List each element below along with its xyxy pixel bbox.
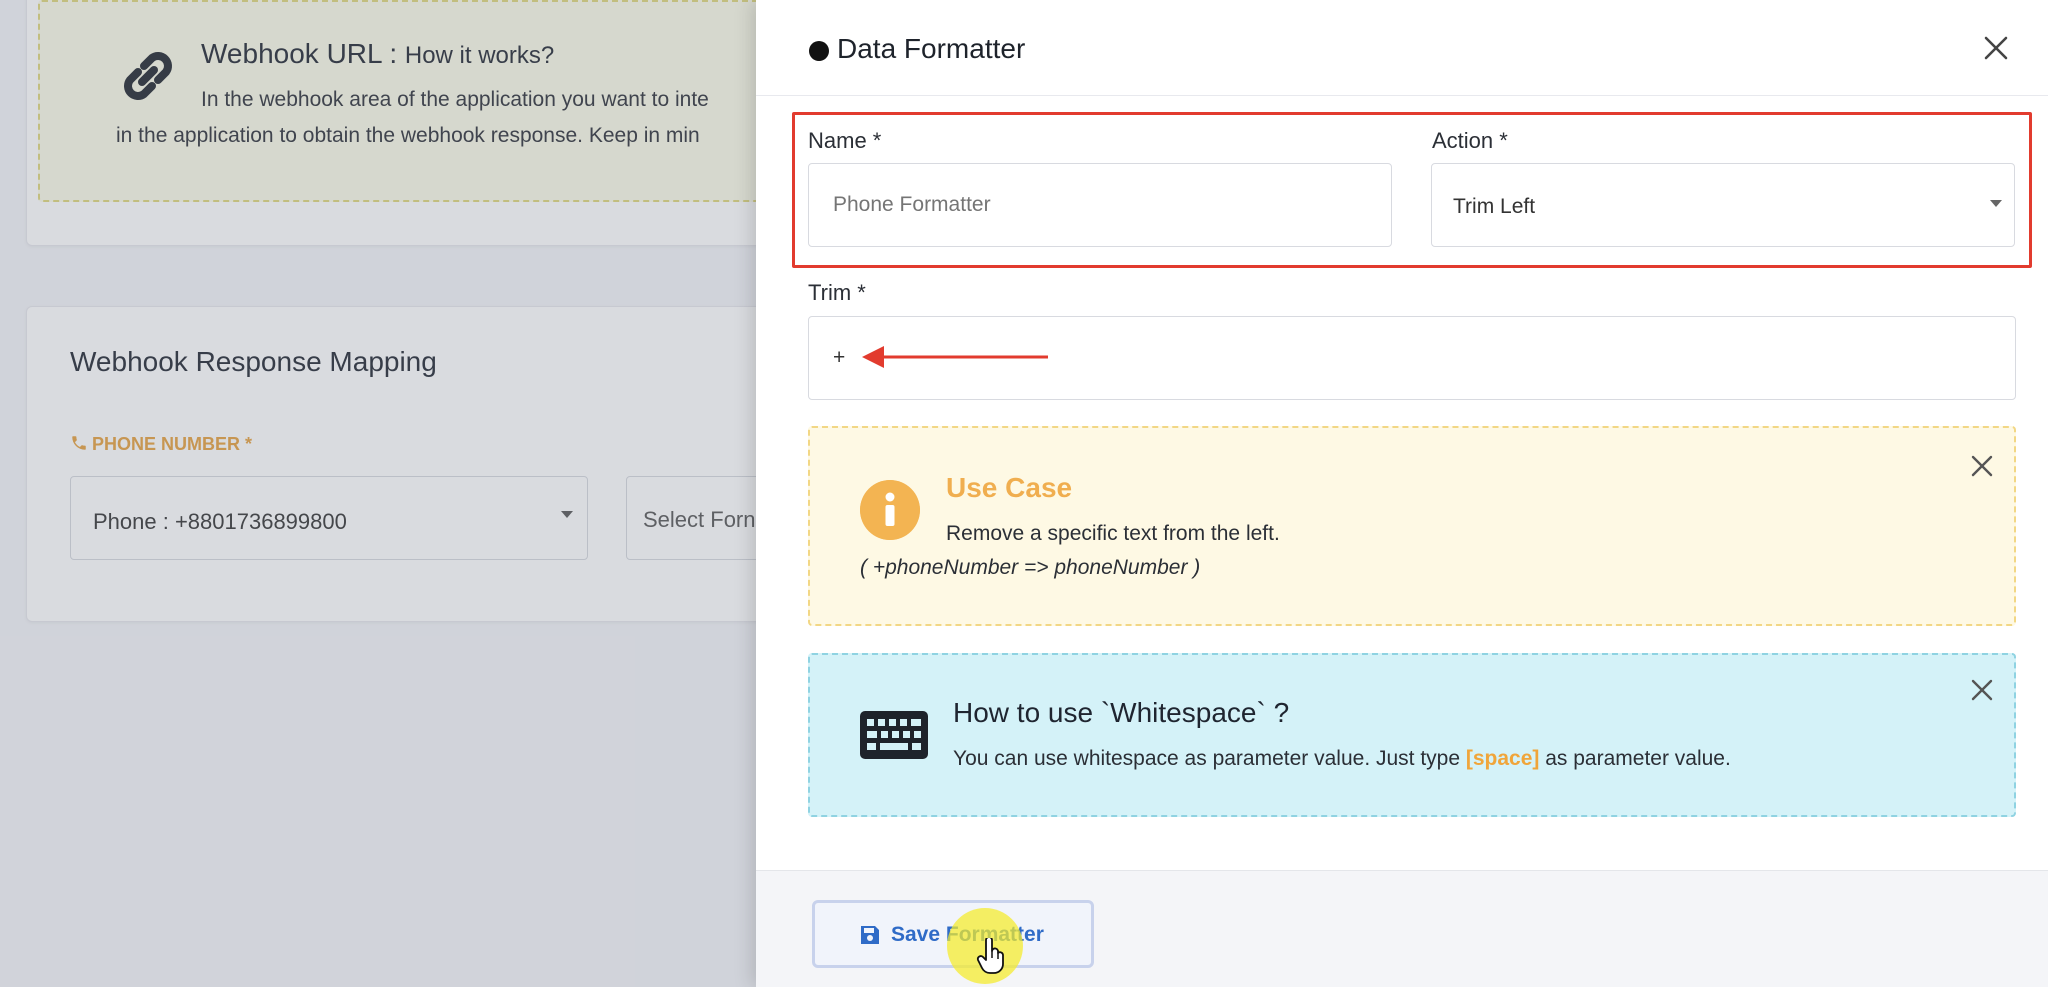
use-case-title: Use Case (946, 472, 1073, 503)
formatter-select-placeholder: Select Forn (643, 507, 756, 532)
phone-number-select[interactable]: Phone : +8801736899800 (70, 476, 588, 560)
action-select-value: Trim Left (1453, 195, 1536, 218)
whitespace-description: You can use whitespace as parameter valu… (953, 747, 1731, 770)
action-label: Action * (1432, 128, 1508, 153)
modal-title: Data Formatter (837, 33, 1026, 64)
name-label: Name * (808, 128, 882, 153)
close-icon (1971, 455, 1993, 477)
save-formatter-button[interactable]: Save Formatter (812, 900, 1094, 968)
webhook-title: Webhook URL : How it works? (201, 38, 555, 69)
close-whitespace-button[interactable] (1967, 675, 1997, 705)
phone-number-label: PHONE NUMBER * (70, 434, 252, 455)
name-input[interactable] (808, 163, 1392, 247)
modal-header: Data Formatter (756, 0, 2048, 96)
link-icon (124, 52, 172, 100)
close-modal-button[interactable] (1978, 30, 2014, 66)
floppy-disk-icon (861, 926, 879, 944)
whitespace-title: How to use `Whitespace` ? (953, 697, 1290, 728)
use-case-alert: Use Case Remove a specific text from the… (808, 426, 2016, 626)
chevron-down-icon (1990, 200, 2002, 207)
background-page: Webhook URL : How it works? In the webho… (0, 0, 756, 987)
phone-select-value: Phone : +8801736899800 (93, 509, 347, 534)
chevron-down-icon (561, 511, 573, 518)
keyboard-icon (860, 711, 928, 759)
use-case-description: Remove a specific text from the left. (946, 522, 1280, 545)
mapping-title: Webhook Response Mapping (70, 346, 437, 377)
trim-input[interactable] (808, 316, 2016, 400)
webhook-description-line: in the application to obtain the webhook… (116, 124, 700, 147)
trim-label: Trim * (808, 280, 866, 305)
close-icon (1984, 36, 2008, 60)
info-icon (860, 480, 920, 540)
whitespace-help-alert: How to use `Whitespace` ? You can use wh… (808, 653, 2016, 817)
space-keyword: [space] (1465, 747, 1540, 770)
webhook-description-line: In the webhook area of the application y… (201, 88, 709, 111)
action-select[interactable]: Trim Left (1431, 163, 2015, 247)
save-formatter-label: Save Formatter (891, 923, 1044, 946)
bullet-icon (809, 41, 829, 61)
close-use-case-button[interactable] (1967, 451, 1997, 481)
close-icon (1971, 679, 1993, 701)
use-case-example: ( +phoneNumber => phoneNumber ) (860, 556, 1201, 579)
phone-icon (72, 436, 86, 450)
formatter-select[interactable]: Select Forn (626, 476, 756, 560)
webhook-title-sub[interactable]: How it works? (405, 42, 554, 69)
